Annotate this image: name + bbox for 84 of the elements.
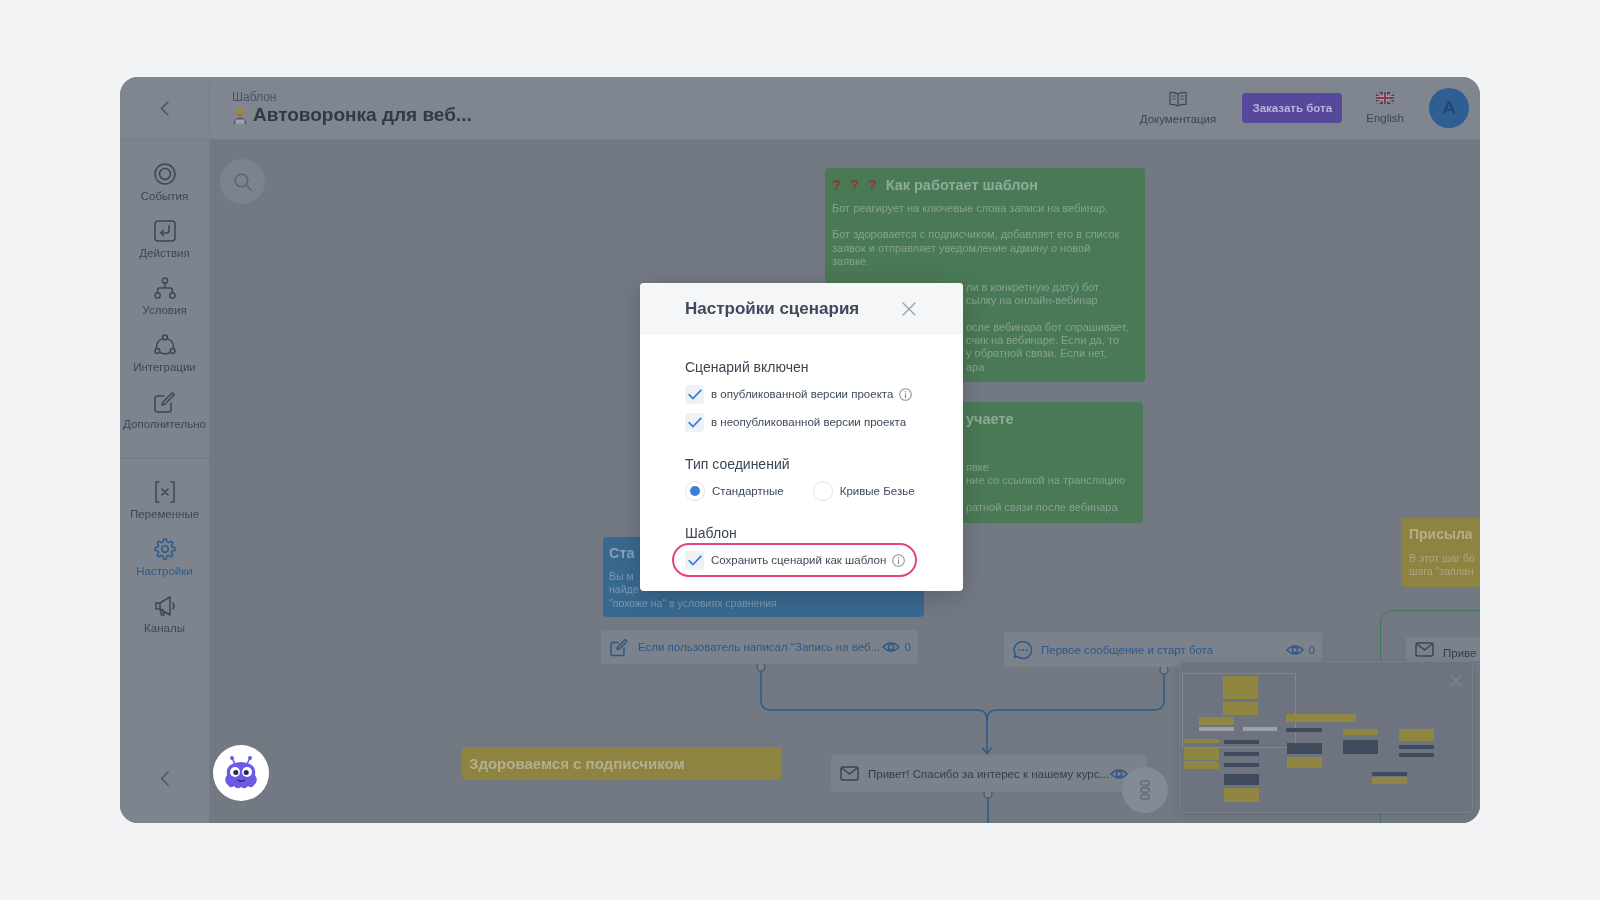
connector-dot[interactable] [1159, 665, 1169, 675]
documentation-link[interactable]: Документация [1139, 90, 1217, 126]
chat-icon [1013, 640, 1032, 659]
envelope-icon [1415, 640, 1434, 659]
option-label: Сохранить сценарий как шаблон [711, 554, 887, 566]
option-label: в неопубликованной версии проекта [711, 416, 907, 428]
note-text: Бот реагирует на ключевые слова записи на вебинар. [832, 202, 1109, 216]
note-title: Здороваемся с подписчиком [469, 754, 685, 774]
page-title: Автоворонка для веб... [253, 104, 472, 126]
checkmark-icon [687, 416, 702, 428]
language-button[interactable]: English [1366, 91, 1404, 125]
step-node[interactable]: Первое сообщение и старт бота 0 [1004, 632, 1322, 667]
note-text: В этот шаг бо [1409, 552, 1475, 566]
assistant-button[interactable] [213, 745, 269, 801]
sidebar-item[interactable]: Действия [120, 220, 209, 260]
sidebar-item[interactable]: Условия [120, 277, 209, 317]
connector-dot[interactable] [756, 662, 766, 672]
section-heading: Сценарий включен [685, 358, 809, 376]
checkbox[interactable] [685, 550, 704, 570]
sidebar-item[interactable]: События [120, 163, 209, 203]
note-text: найде [609, 583, 639, 597]
node-text: Если пользователь написал "Запись на веб... [638, 641, 881, 653]
close-icon [902, 302, 916, 316]
megaphone-icon [153, 595, 176, 617]
note-title: Ста [609, 544, 635, 563]
view-count: 0 [1308, 643, 1315, 656]
view-count: 0 [904, 641, 911, 653]
option-label: в опубликованной версии проекта [711, 388, 894, 400]
envelope-icon [840, 764, 859, 783]
close-button[interactable] [902, 302, 916, 316]
note-text: Вы м [609, 570, 634, 584]
book-icon [1169, 90, 1187, 107]
layout-button[interactable] [1122, 767, 1168, 813]
sidebar-item[interactable]: Дополнительно [120, 391, 209, 431]
settings-icon [153, 538, 176, 560]
person-icon [232, 106, 248, 124]
target-icon [153, 163, 176, 185]
radio-button[interactable] [812, 481, 833, 501]
flag-icon [1376, 91, 1395, 104]
order-bot-button[interactable]: Заказать бота [1242, 93, 1343, 123]
note-title: учаете [966, 410, 1014, 429]
checkmark-icon [687, 554, 702, 566]
node-text: Привет! Спасибо за интерес к нашему курс... [868, 767, 1109, 780]
checkbox[interactable] [685, 412, 704, 432]
search-button[interactable] [220, 159, 265, 204]
radio-button[interactable] [685, 481, 705, 501]
note-title: Присыла [1409, 525, 1473, 544]
section-heading: Тип соединений [685, 455, 790, 473]
sidebar-item[interactable]: Каналы [120, 595, 209, 635]
sidebar-item[interactable]: Интеграции [120, 334, 209, 374]
note-text: сылку на онлайн-вебинар [966, 294, 1098, 308]
search-icon [233, 172, 252, 191]
chevron-left-icon [160, 100, 169, 116]
branch-icon [153, 277, 176, 299]
dialog-title: Настройки сценария [685, 299, 860, 319]
note-text: осле вебинара бот спрашивает, [966, 320, 1129, 335]
edit-icon [610, 637, 629, 657]
network-icon [153, 334, 176, 356]
checkbox[interactable] [685, 384, 704, 404]
option-label: Кривые Безье [839, 485, 915, 497]
question-marks: ? ? ? [832, 176, 877, 195]
connector-line [987, 797, 989, 823]
chevron-left-icon [160, 771, 169, 786]
sidebar-item[interactable]: Настройки [120, 538, 209, 578]
note-text: шага "заплан [1409, 565, 1474, 579]
sidebar-item[interactable]: Переменные [120, 481, 209, 521]
stacked-blocks-icon [1140, 780, 1150, 800]
note-title: Как работает шаблон [885, 176, 1038, 195]
connector-arrow [981, 719, 993, 755]
step-node[interactable]: Привет! Спасибо за интерес к нашему курс... [831, 755, 1147, 792]
note-text: "похоже на" в условиях сравнения [609, 596, 777, 610]
node-text: Первое сообщение и старт бота [1041, 643, 1214, 656]
node-text: Приве [1443, 647, 1477, 659]
collapse-button[interactable] [160, 771, 169, 786]
note-text: ние со ссылкой на трансляцию [966, 474, 1125, 488]
section-heading: Шаблон [685, 524, 737, 542]
option-label: Стандартные [712, 485, 784, 497]
variable-icon [153, 481, 176, 503]
step-node[interactable]: Приве [1406, 637, 1480, 661]
back-button[interactable] [160, 100, 169, 116]
step-node[interactable]: Если пользователь написал "Запись на веб... 0 [601, 630, 918, 664]
note-text: ратной связи после вебинара [966, 500, 1118, 514]
checkmark-icon [687, 388, 702, 400]
edit-icon [153, 391, 176, 413]
